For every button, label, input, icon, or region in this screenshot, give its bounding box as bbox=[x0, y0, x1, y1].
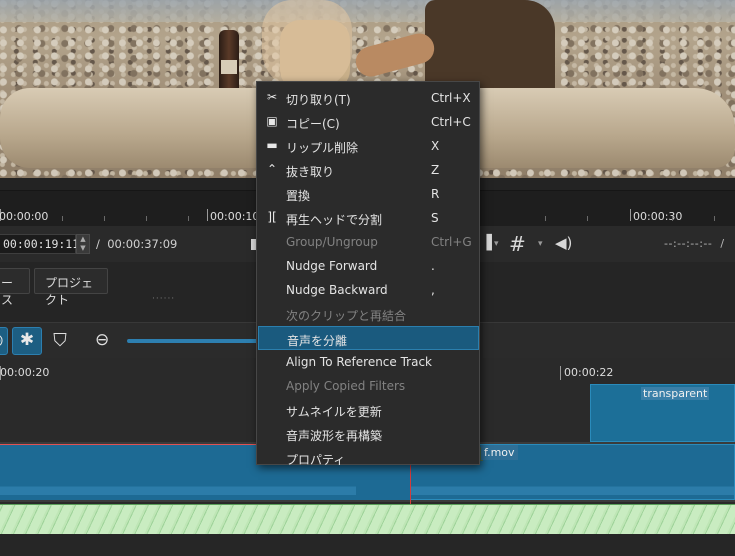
zoom-out-icon[interactable]: ⊖ bbox=[95, 330, 109, 350]
ruler-label: 00:00:10 bbox=[210, 210, 260, 223]
tab-project[interactable]: プロジェクト bbox=[34, 268, 108, 307]
menu-item-label: 再生ヘッドで分割 bbox=[286, 213, 383, 227]
menu-item-label: コピー(C) bbox=[286, 117, 340, 131]
menu-item-shortcut: Z bbox=[431, 163, 440, 177]
chevron-down-icon[interactable]: ▾ bbox=[538, 239, 543, 249]
total-duration: / 00:00:37:09 bbox=[96, 237, 177, 251]
menu-item[interactable]: サムネイルを更新 bbox=[258, 398, 479, 422]
menu-item-label: リップル削除 bbox=[286, 141, 359, 155]
menu-item-label: 切り取り(T) bbox=[286, 93, 351, 107]
menu-item-label: 音声を分離 bbox=[287, 334, 348, 348]
clip-name: f.mov bbox=[481, 445, 518, 460]
menu-item-shortcut: Ctrl+X bbox=[431, 91, 471, 105]
menu-item[interactable]: ⌃ 抜き取り Z bbox=[258, 158, 479, 182]
menu-item[interactable]: Nudge Forward. bbox=[258, 254, 479, 278]
menu-item[interactable]: ][ 再生ヘッドで分割 S bbox=[258, 206, 479, 230]
context-menu: ✂ 切り取り(T) Ctrl+X ▣ コピー(C) Ctrl+C ▬ リップル削除 X ⌃ 抜き取り… bbox=[256, 81, 480, 467]
tab-source[interactable]: ース bbox=[0, 268, 30, 307]
current-timecode-field[interactable]: 00:00:19:11 bbox=[0, 234, 79, 254]
ruler-minor-tick bbox=[104, 216, 105, 221]
ruler-minor-tick bbox=[587, 216, 588, 221]
menu-item: Group/Ungroup Ctrl+G bbox=[258, 230, 479, 254]
audio-track-clip[interactable] bbox=[0, 504, 735, 534]
menu-item[interactable]: ✂ 切り取り(T) Ctrl+X bbox=[258, 86, 479, 110]
menu-item[interactable]: ▬ リップル削除 X bbox=[258, 134, 479, 158]
menu-item-label: 次のクリップと再結合 bbox=[286, 309, 407, 323]
menu-item-shortcut: Ctrl+G bbox=[431, 235, 472, 249]
speaker-icon[interactable]: ◀) bbox=[555, 234, 572, 252]
menu-item-shortcut: Ctrl+C bbox=[431, 115, 471, 129]
clip-transparent[interactable]: transparent bbox=[590, 384, 735, 442]
chevron-down-icon[interactable]: ▾ bbox=[494, 239, 499, 249]
copy-icon: ▣ bbox=[266, 114, 278, 128]
audio-waveform bbox=[411, 481, 734, 495]
shield-icon[interactable]: ⛉ bbox=[45, 327, 75, 355]
menu-item[interactable]: Align To Reference Track bbox=[258, 350, 479, 374]
volume-bar-icon[interactable]: ▐ bbox=[481, 235, 492, 251]
menu-item-shortcut: S bbox=[431, 211, 439, 225]
timecode-spinner[interactable]: ▲ ▼ bbox=[76, 234, 90, 254]
menu-item-shortcut: R bbox=[431, 187, 440, 201]
in-out-timecode: --:--:--:-- / bbox=[664, 237, 725, 250]
menu-item-shortcut: , bbox=[431, 283, 435, 297]
ruler-minor-tick bbox=[545, 216, 546, 221]
menu-item-label: 抜き取り bbox=[286, 165, 335, 179]
menu-item-shortcut: . bbox=[431, 259, 435, 273]
preview-person-left-body bbox=[262, 0, 352, 90]
menu-item[interactable]: 音声波形を再構築 bbox=[258, 422, 479, 446]
split-icon: ][ bbox=[267, 210, 277, 224]
menu-item: 次のクリップと再結合 bbox=[258, 302, 479, 326]
menu-item-label: 音声波形を再構築 bbox=[286, 429, 383, 443]
ruler-minor-tick bbox=[714, 216, 715, 221]
menu-item[interactable]: Nudge Backward, bbox=[258, 278, 479, 302]
timeline-time-label: 00:00:20 bbox=[0, 366, 50, 379]
menu-item-label: Group/Ungroup bbox=[286, 235, 378, 249]
menu-item: Apply Copied Filters bbox=[258, 374, 479, 398]
zoom-slider[interactable] bbox=[127, 339, 267, 343]
menu-item-label: プロパティ bbox=[286, 453, 346, 467]
clip-title: transparent bbox=[641, 387, 710, 400]
ruler-minor-tick bbox=[188, 216, 189, 221]
minus-icon: ▬ bbox=[266, 138, 278, 152]
menu-item[interactable]: ▣ コピー(C) Ctrl+C bbox=[258, 110, 479, 134]
timeline-time-label: 00:00:22 bbox=[564, 366, 614, 379]
timeline-scroll-area bbox=[0, 534, 735, 556]
snap-button[interactable]: ◉ bbox=[0, 327, 8, 355]
ruler-minor-tick bbox=[146, 216, 147, 221]
ruler-label: 00:00:30 bbox=[633, 210, 683, 223]
audio-waveform bbox=[0, 481, 356, 495]
menu-item-label: Nudge Backward bbox=[286, 283, 388, 297]
menu-item-shortcut: X bbox=[431, 139, 440, 153]
ruler-label: 00:00:00 bbox=[0, 210, 49, 223]
ruler-minor-tick bbox=[62, 216, 63, 221]
menu-item-label: Align To Reference Track bbox=[286, 355, 433, 369]
grid-icon[interactable]: # bbox=[509, 232, 526, 256]
menu-item[interactable]: 音声を分離 bbox=[258, 326, 479, 350]
scissors-icon: ✂ bbox=[266, 90, 278, 104]
menu-item-label: Nudge Forward bbox=[286, 259, 378, 273]
menu-item-label: Apply Copied Filters bbox=[286, 379, 406, 393]
total-timecode: 00:00:37:09 bbox=[107, 237, 178, 251]
menu-item[interactable]: プロパティ bbox=[258, 446, 479, 470]
right-timecode: --:--:--:-- bbox=[664, 237, 713, 250]
preview-sea bbox=[0, 0, 735, 22]
menu-item-label: 置換 bbox=[286, 189, 311, 203]
caret-up-icon: ⌃ bbox=[266, 162, 278, 176]
menu-item[interactable]: 置換 R bbox=[258, 182, 479, 206]
panel-resize-grip[interactable]: ······ bbox=[152, 294, 175, 304]
ripple-button[interactable]: ✱ bbox=[12, 327, 42, 355]
menu-item-label: サムネイルを更新 bbox=[286, 405, 382, 419]
ruler-minor-tick bbox=[672, 216, 673, 221]
timecode-separator: / bbox=[96, 237, 100, 251]
right-timecode-separator: / bbox=[720, 237, 725, 250]
preview-bottle-label bbox=[221, 60, 237, 74]
